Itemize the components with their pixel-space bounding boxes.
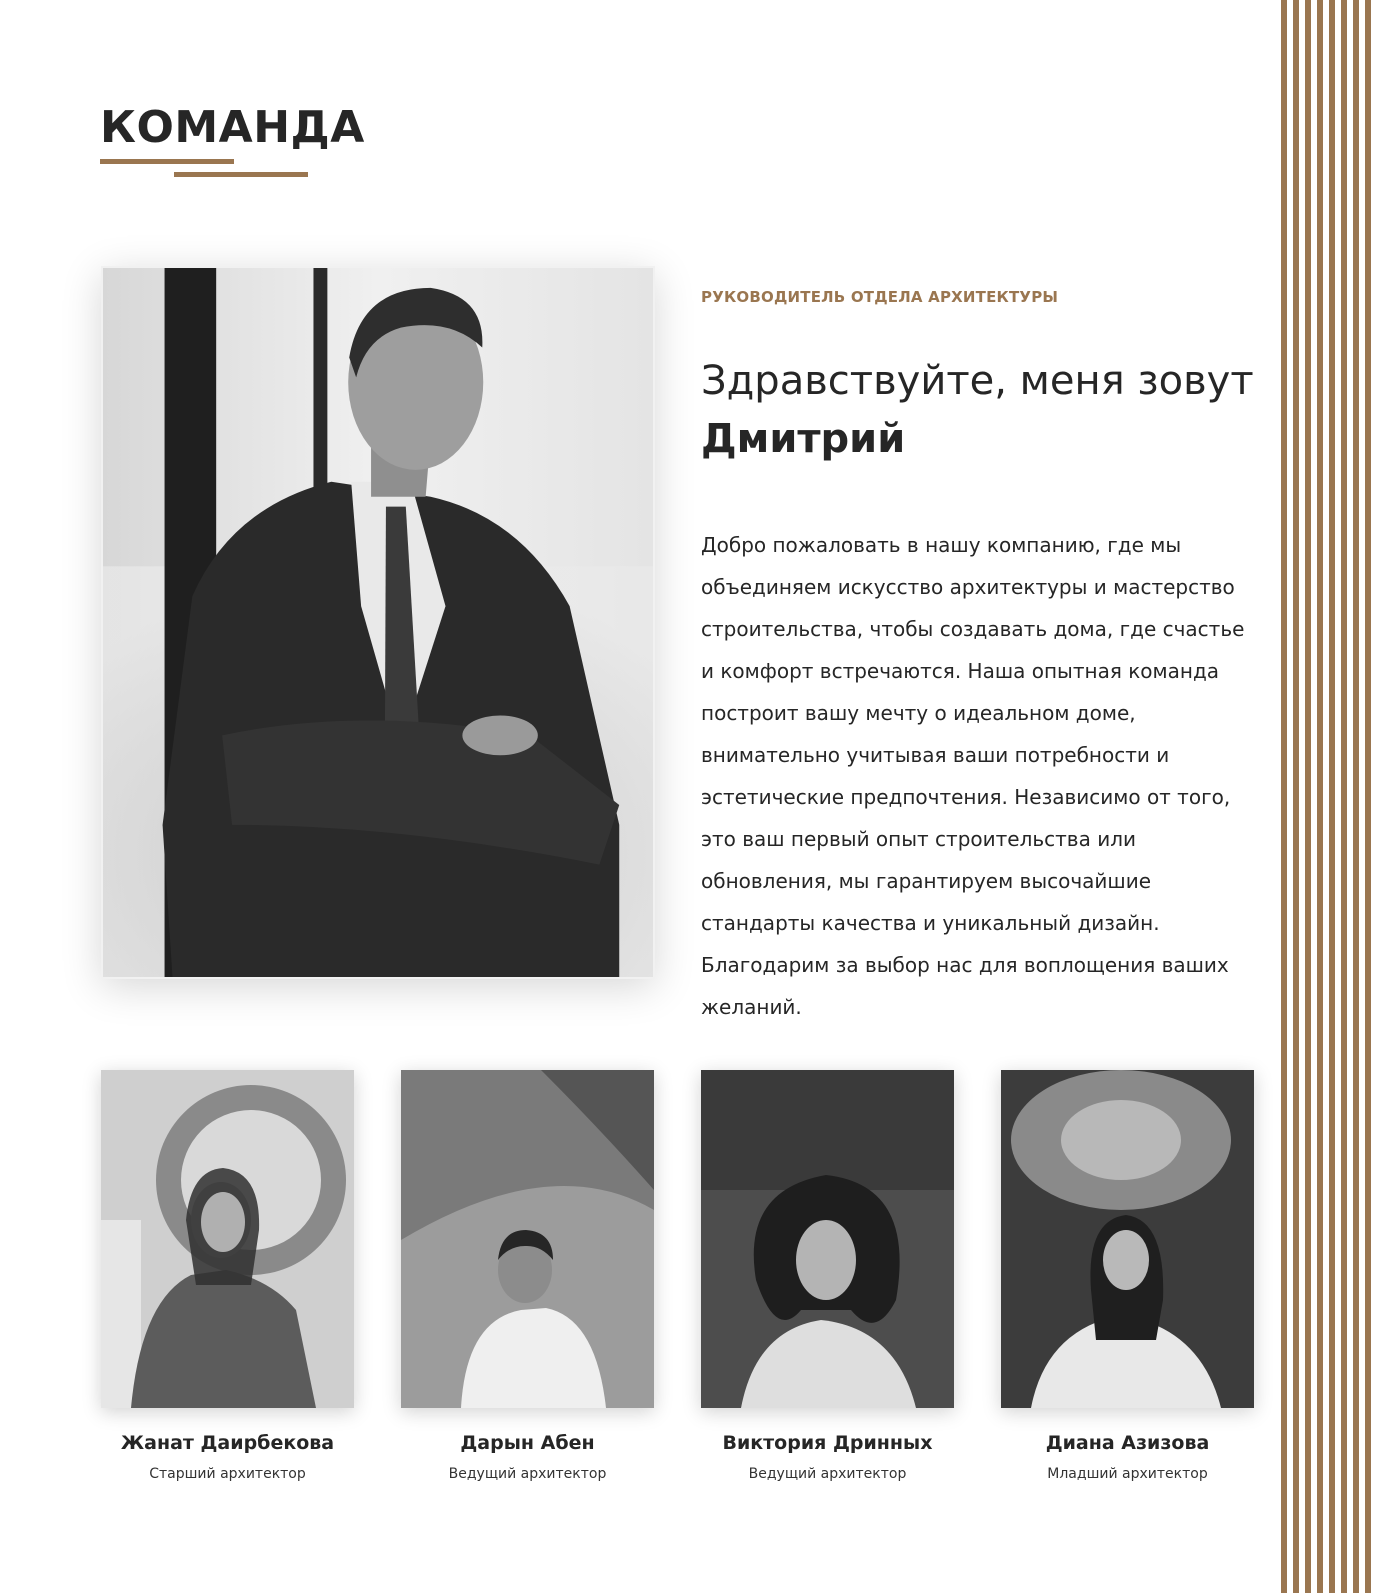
member-photo: [1001, 1070, 1254, 1408]
team-grid: Жанат Даирбекова Старший архитектор Дары…: [101, 1070, 1254, 1490]
team-member-card: Дарын Абен Ведущий архитектор: [401, 1070, 654, 1482]
lead-role-label: РУКОВОДИТЕЛЬ ОТДЕЛА АРХИТЕКТУРЫ: [701, 288, 1059, 306]
member-role: Ведущий архитектор: [448, 1466, 607, 1482]
team-member-card: Диана Азизова Младший архитектор: [1001, 1070, 1254, 1482]
member-name: Диана Азизова: [1045, 1432, 1210, 1454]
member-photo: [101, 1070, 354, 1408]
member-role: Ведущий архитектор: [748, 1466, 907, 1482]
member-role: Младший архитектор: [1047, 1466, 1208, 1482]
title-underline-top: [100, 159, 234, 164]
decorative-stripes: [1281, 0, 1377, 1593]
member-photo: [701, 1070, 954, 1408]
member-name: Виктория Дринных: [722, 1432, 933, 1454]
member-name: Жанат Даирбекова: [120, 1432, 335, 1454]
lead-greeting: Здравствуйте, меня зовут Дмитрий: [701, 352, 1261, 468]
member-role: Старший архитектор: [149, 1466, 306, 1482]
greeting-text: Здравствуйте, меня зовут: [701, 358, 1254, 404]
title-underline-bottom: [174, 172, 308, 177]
lead-portrait-photo: [101, 266, 655, 979]
team-member-card: Жанат Даирбекова Старший архитектор: [101, 1070, 354, 1482]
section-title: КОМАНДА: [100, 102, 365, 153]
lead-bio: Добро пожаловать в нашу компанию, где мы…: [701, 533, 1245, 1019]
member-photo: [401, 1070, 654, 1408]
member-name: Дарын Абен: [460, 1432, 595, 1454]
team-member-card: Виктория Дринных Ведущий архитектор: [701, 1070, 954, 1482]
lead-name: Дмитрий: [701, 416, 906, 462]
